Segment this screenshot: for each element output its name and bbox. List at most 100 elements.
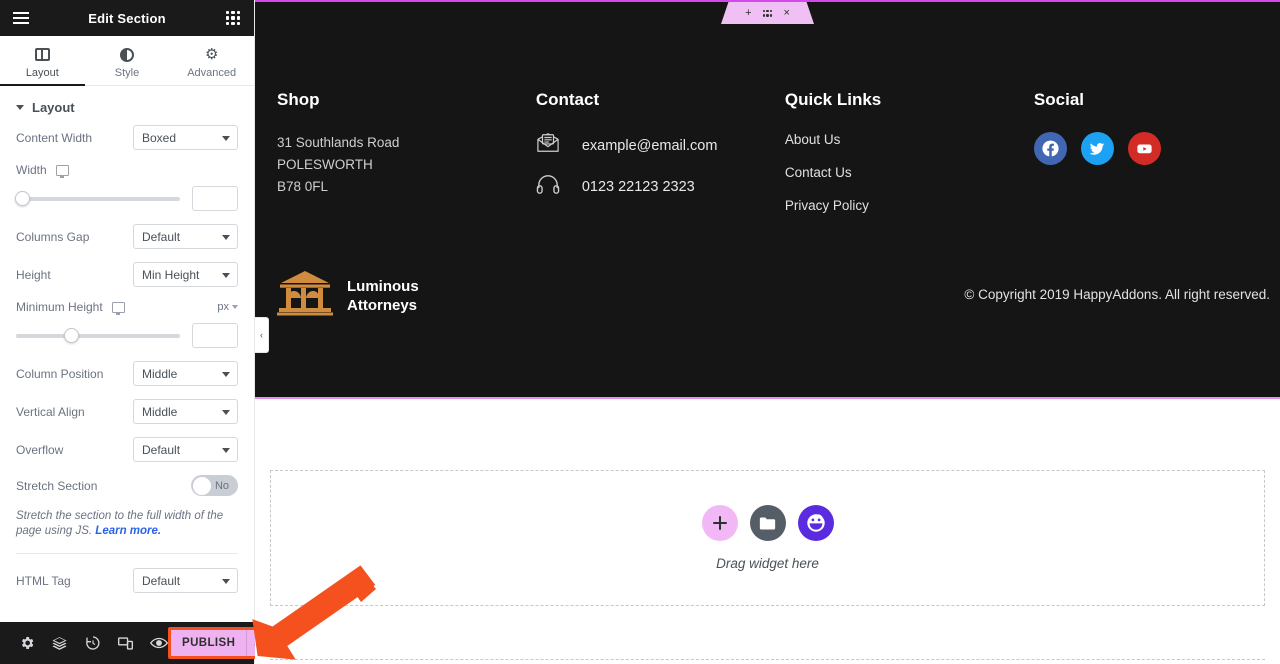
minimum-height-unit-value: px (217, 301, 229, 313)
minimum-height-slider-knob[interactable] (63, 328, 79, 343)
footer-section[interactable]: + × Shop 31 Southlands Road POLESWORTH B… (255, 0, 1280, 399)
link-contact-us[interactable]: Contact Us (785, 165, 1010, 180)
panel-bottom-toolbar: PUBLISH (0, 622, 276, 664)
stretch-section-help: Stretch the section to the full width of… (0, 509, 254, 539)
responsive-mode-icon[interactable] (109, 622, 142, 664)
layout-section-toggle[interactable]: Layout (0, 86, 254, 125)
panel-collapse-handle[interactable]: ‹ (255, 317, 269, 353)
learn-more-link[interactable]: Learn more. (95, 525, 161, 537)
link-privacy-policy[interactable]: Privacy Policy (785, 198, 1010, 213)
desktop-icon[interactable] (111, 301, 125, 315)
columns-gap-value: Default (142, 229, 181, 244)
chevron-down-icon (222, 409, 230, 415)
navigator-layers-icon[interactable] (43, 622, 76, 664)
desktop-icon[interactable] (55, 164, 69, 178)
canvas-bottom-divider (270, 659, 1265, 660)
contact-email-text: example@email.com (581, 137, 718, 154)
minimum-height-value-input[interactable] (192, 323, 238, 348)
elementor-editor-screen: Edit Section Layout Style ⚙ Advanced Lay… (0, 0, 1280, 664)
contact-phone-row: 0123 22123 2323 (536, 173, 761, 200)
caret-down-icon (16, 105, 24, 110)
footer-brand: Luminous Attorneys (275, 270, 419, 321)
happyaddons-face-icon[interactable] (797, 505, 834, 541)
close-x-icon[interactable]: × (784, 7, 790, 19)
control-stretch-section-label: Stretch Section (16, 478, 98, 493)
brand-line-1: Luminous (347, 277, 419, 295)
control-vertical-align-label: Vertical Align (16, 404, 85, 419)
toggle-knob (192, 476, 211, 495)
courthouse-scales-logo-icon (275, 270, 335, 321)
footer-column-social: Social (1022, 90, 1270, 231)
contact-heading: Contact (535, 90, 600, 109)
layout-section-title: Layout (32, 100, 75, 115)
chevron-down-icon (222, 234, 230, 240)
link-about-us[interactable]: About Us (785, 132, 1010, 147)
control-html-tag: HTML Tag Default (0, 568, 254, 593)
footer-column-quick-links: Quick Links About Us Contact Us Privacy … (773, 90, 1022, 231)
columns-gap-select[interactable]: Default (133, 224, 238, 249)
address-line-3: B78 0FL (277, 179, 329, 194)
content-width-select[interactable]: Boxed (133, 125, 238, 150)
control-width: Width (0, 163, 254, 211)
template-folder-icon[interactable] (749, 505, 786, 541)
shop-heading: Shop (277, 90, 320, 109)
height-select[interactable]: Min Height (133, 262, 238, 287)
minimum-height-slider-track[interactable] (16, 328, 180, 343)
history-revisions-icon[interactable] (76, 622, 109, 664)
social-icon-list (1033, 132, 1258, 165)
hamburger-menu-icon[interactable] (12, 9, 30, 27)
social-heading: Social (1033, 90, 1085, 109)
chevron-down-icon (232, 305, 238, 309)
column-position-select[interactable]: Middle (133, 361, 238, 386)
footer-columns: Shop 31 Southlands Road POLESWORTH B78 0… (255, 2, 1280, 231)
headset-support-icon (536, 173, 560, 200)
brand-line-2: Attorneys (347, 296, 418, 314)
drag-widget-drop-zone[interactable]: Drag widget here (270, 470, 1265, 606)
panel-title: Edit Section (88, 10, 166, 26)
tab-layout[interactable]: Layout (0, 36, 85, 86)
vertical-align-select[interactable]: Middle (133, 399, 238, 424)
drag-dots-icon[interactable] (762, 9, 773, 17)
width-slider-track[interactable] (15, 191, 180, 206)
contrast-circle-icon (119, 47, 135, 63)
control-overflow-label: Overflow (16, 442, 64, 457)
panel-header: Edit Section (0, 0, 254, 36)
youtube-icon[interactable] (1127, 132, 1161, 165)
envelope-mail-icon (536, 132, 560, 159)
publish-button[interactable]: PUBLISH (171, 630, 246, 656)
twitter-icon[interactable] (1080, 132, 1114, 165)
shop-address: 31 Southlands Road POLESWORTH B78 0FL (277, 132, 512, 198)
stretch-section-toggle[interactable]: No (191, 475, 238, 496)
width-slider-knob[interactable] (15, 191, 30, 206)
tab-advanced[interactable]: ⚙ Advanced (169, 36, 254, 85)
html-tag-select[interactable]: Default (133, 568, 238, 593)
apps-grid-icon[interactable] (224, 9, 242, 27)
section-handle-toolbar[interactable]: + × (721, 2, 814, 24)
minimum-height-unit-select[interactable]: px (217, 301, 238, 313)
overflow-value: Default (142, 442, 181, 457)
control-vertical-align: Vertical Align Middle (0, 399, 254, 424)
drop-zone-label: Drag widget here (716, 556, 819, 571)
overflow-select[interactable]: Default (133, 437, 238, 462)
add-widget-plus-icon[interactable] (701, 505, 738, 541)
quick-links-heading: Quick Links (784, 90, 882, 109)
control-minimum-height-label: Minimum Height (16, 300, 103, 314)
content-width-value: Boxed (142, 130, 177, 145)
control-stretch-section: Stretch Section No (0, 475, 254, 496)
control-column-position: Column Position Middle (0, 361, 254, 386)
chevron-down-icon (222, 578, 230, 584)
footer-copyright: © Copyright 2019 HappyAddons. All right … (964, 287, 1270, 302)
facebook-icon[interactable] (1033, 132, 1067, 165)
tab-style[interactable]: Style (85, 36, 170, 85)
add-widget-buttons (701, 505, 834, 541)
control-columns-gap-label: Columns Gap (16, 229, 90, 244)
chevron-down-icon (222, 371, 230, 377)
width-value-input[interactable] (192, 186, 238, 211)
column-position-value: Middle (142, 366, 178, 381)
plus-icon[interactable]: + (745, 7, 751, 19)
control-column-position-label: Column Position (16, 366, 104, 381)
settings-gear-icon[interactable] (10, 622, 43, 664)
tab-style-label: Style (114, 66, 140, 79)
control-height-label: Height (16, 267, 51, 282)
control-content-width-label: Content Width (16, 130, 93, 145)
